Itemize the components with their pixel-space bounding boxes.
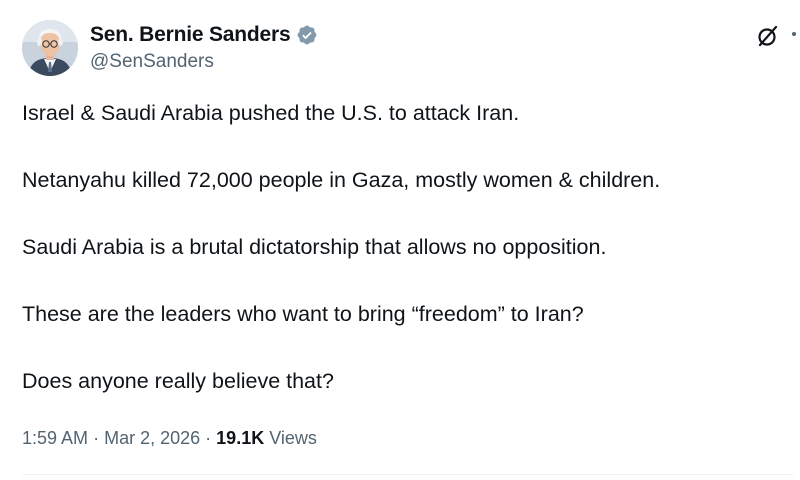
post-date[interactable]: Mar 2, 2026 — [104, 428, 200, 448]
post-text: Israel & Saudi Arabia pushed the U.S. to… — [22, 100, 792, 435]
post-paragraph: These are the leaders who want to bring … — [22, 302, 584, 326]
more-icon[interactable] — [792, 32, 796, 36]
grok-icon[interactable] — [756, 24, 780, 48]
author-display-name[interactable]: Sen. Bernie Sanders — [90, 23, 291, 47]
author-handle[interactable]: @SenSanders — [90, 51, 214, 73]
post-meta: 1:59 AM · Mar 2, 2026 · 19.1K Views — [22, 428, 317, 449]
post-paragraph: Does anyone really believe that? — [22, 369, 334, 393]
post-paragraph: Saudi Arabia is a brutal dictatorship th… — [22, 235, 607, 259]
author-name-row: Sen. Bernie Sanders — [90, 22, 318, 48]
meta-separator: · — [205, 428, 212, 448]
views-label: Views — [269, 428, 317, 448]
avatar[interactable] — [22, 20, 78, 76]
views-count: 19.1K — [216, 428, 265, 448]
divider — [22, 474, 794, 475]
meta-separator: · — [93, 428, 100, 448]
tweet-card: Sen. Bernie Sanders @SenSanders Israel &… — [0, 0, 800, 480]
post-time[interactable]: 1:59 AM — [22, 428, 88, 448]
post-paragraph: Israel & Saudi Arabia pushed the U.S. to… — [22, 101, 520, 125]
post-paragraph: Netanyahu killed 72,000 people in Gaza, … — [22, 168, 661, 192]
verified-badge-icon[interactable] — [296, 24, 318, 46]
